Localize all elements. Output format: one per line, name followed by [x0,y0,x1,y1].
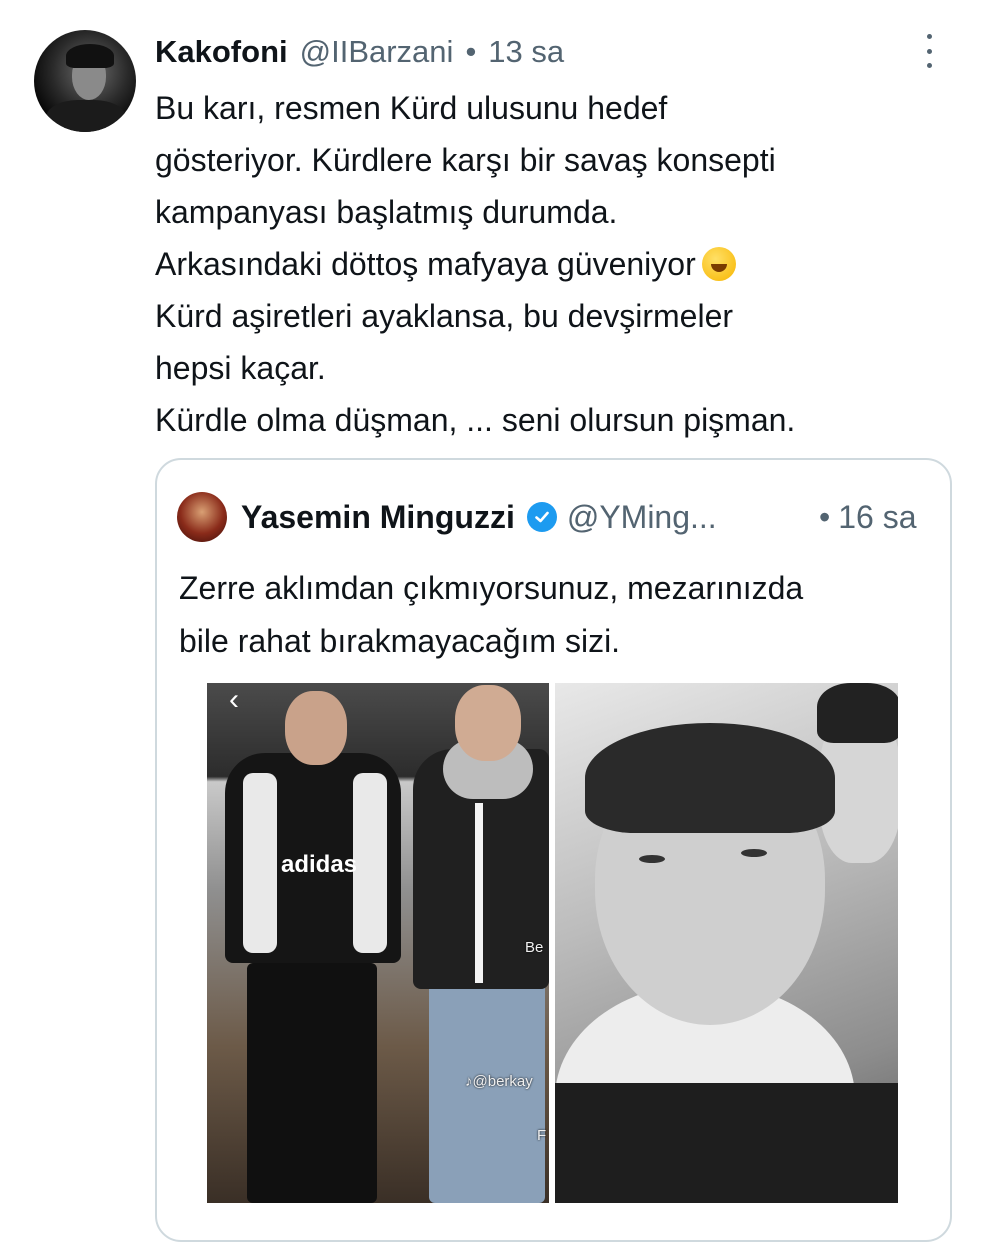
tweet-text-line: Bu karı, resmen Kürd ulusunu hedef [155,90,668,126]
tweet-timestamp[interactable]: 13 sa [488,34,564,70]
rolling-on-floor-laughing-emoji-icon [701,247,736,281]
tweet-text-line: gösteriyor. Kürdlere karşı bir savaş kon… [155,142,776,178]
photo-shape [555,1083,898,1203]
quoted-text-line: Zerre aklımdan çıkmıyorsunuz, mezarınızd… [179,570,804,606]
chevron-left-icon[interactable]: ‹ [229,685,239,715]
tweet-text-line: Kürd aşiretleri ayaklansa, bu devşirmele… [155,298,734,334]
photo-shape [429,983,545,1203]
quoted-tweet-timestamp[interactable]: 16 sa [838,499,916,536]
quoted-tweet-media[interactable]: ‹ adidas ♪@berkay Be F [207,683,898,1203]
photo-shape [817,683,898,743]
media-image-left[interactable]: ‹ adidas ♪@berkay Be F [207,683,549,1203]
tweet-text-line-with-emoji: Arkasındaki döttoş mafyaya güveniyor [155,238,945,290]
photo-shape [455,685,521,761]
tweet-text-line: kampanyası başlatmış durumda. [155,194,618,230]
more-dot [926,48,932,54]
photo-shape [247,963,377,1203]
shirt-logo-text: adidas [280,851,358,878]
photo-shape [475,803,483,983]
more-dot [926,34,932,39]
separator-dot: • [465,34,477,69]
separator-dot: • [819,498,831,535]
quoted-tweet-time: • 16 sa [819,493,916,541]
quoted-tweet-text: Zerre aklımdan çıkmıyorsunuz, mezarınızd… [179,562,929,668]
tweet-text-line: Arkasındaki döttoş mafyaya güveniyor [155,246,696,282]
verified-badge-icon [526,502,557,532]
avatar-shoulders [46,100,126,132]
quoted-author-name[interactable]: Yasemin Minguzzi [241,499,515,536]
more-dot [926,63,932,68]
quoted-text-line: bile rahat bırakmayacağım sizi. [179,623,621,659]
quoted-tweet[interactable]: Yasemin Minguzzi @YMing... • 16 sa Zerre… [155,458,952,1242]
tiktok-watermark: ♪@berkay [465,1073,533,1090]
author-name[interactable]: Kakofoni [155,34,288,70]
avatar-hair [66,44,114,68]
more-options-icon[interactable] [918,34,940,68]
quoted-author-avatar[interactable] [177,492,227,542]
quoted-author-handle[interactable]: @YMing... [567,499,717,536]
author-handle[interactable]: @IIBarzani [300,34,454,70]
tweet-header: Kakofoni @IIBarzani • 13 sa [155,30,564,74]
photo-shape [243,773,277,953]
media-image-right[interactable] [555,683,898,1203]
watermark-fragment: F [537,1127,547,1144]
quoted-tweet-header: Yasemin Minguzzi @YMing... [241,493,717,541]
author-avatar[interactable] [34,30,136,132]
photo-shape [741,849,767,857]
photo-shape [285,691,347,765]
watermark-fragment: Be [525,939,544,956]
photo-shape [639,855,665,863]
tweet-text-line: Kürdle olma düşman, ... seni olursun piş… [155,402,796,438]
checkmark-icon [535,511,549,523]
photo-shape [585,723,835,833]
tweet-text-line: hepsi kaçar. [155,350,326,386]
tweet-text: Bu karı, resmen Kürd ulusunu hedef göste… [155,82,945,446]
